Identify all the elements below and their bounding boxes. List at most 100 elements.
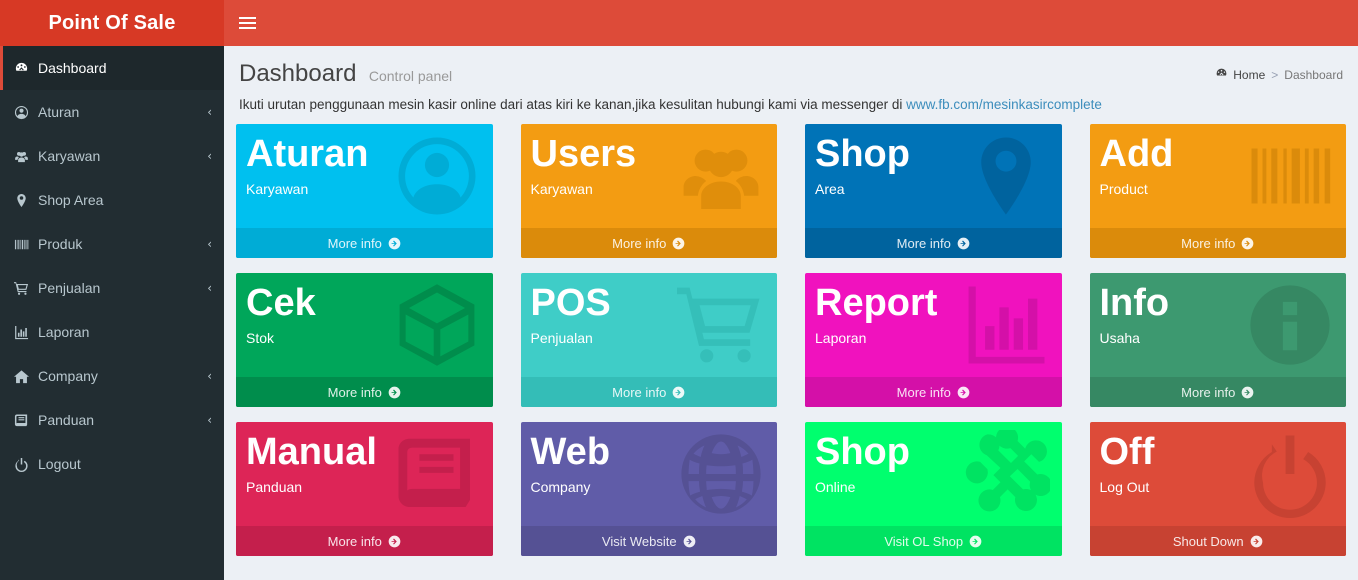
- card-subtitle: Stok: [246, 329, 483, 347]
- chevron-left-icon: ‹: [207, 150, 212, 162]
- card-info-usaha[interactable]: Info Usaha More info: [1090, 273, 1347, 407]
- arrow-circle-right-icon: [388, 237, 401, 250]
- sidebar-item-produk[interactable]: Produk‹: [0, 222, 224, 266]
- sidebar-item-label: Karyawan: [38, 148, 207, 164]
- card-footer-label: Shout Down: [1173, 534, 1244, 549]
- book-icon: [14, 413, 38, 428]
- card-subtitle: Panduan: [246, 478, 483, 496]
- hamburger-icon[interactable]: [224, 0, 270, 46]
- arrow-circle-right-icon: [1241, 237, 1254, 250]
- card-shop-online[interactable]: ShopOnlineVisit OL Shop: [805, 422, 1062, 556]
- chevron-left-icon: ‹: [207, 282, 212, 294]
- card-pos-penjualan[interactable]: POSPenjualanMore info: [521, 273, 778, 407]
- app-logo[interactable]: Point Of Sale: [0, 0, 224, 46]
- card-subtitle: Usaha: [1100, 329, 1337, 347]
- card-web-company[interactable]: Web Company Visit Website: [521, 422, 778, 556]
- sidebar: DashboardAturan‹Karyawan‹Shop AreaProduk…: [0, 46, 224, 580]
- breadcrumb-home[interactable]: Home: [1215, 67, 1265, 83]
- top-bar: Point Of Sale: [0, 0, 1358, 46]
- card-subtitle: Laporan: [815, 329, 1052, 347]
- content-area: Dashboard Control panel Home > Dashboard…: [224, 46, 1358, 580]
- card-title: Manual: [246, 430, 483, 474]
- dashboard-icon: [1215, 67, 1228, 83]
- card-title: Add: [1100, 132, 1337, 176]
- sidebar-item-company[interactable]: Company‹: [0, 354, 224, 398]
- sidebar-item-laporan[interactable]: Laporan: [0, 310, 224, 354]
- sidebar-item-penjualan[interactable]: Penjualan‹: [0, 266, 224, 310]
- page-subtitle: Control panel: [369, 68, 452, 84]
- users-icon: [14, 149, 38, 164]
- barcode-icon: [14, 237, 38, 252]
- card-title: Report: [815, 281, 1052, 325]
- card-footer-link[interactable]: More info: [236, 228, 493, 258]
- card-footer-link[interactable]: More info: [1090, 377, 1347, 407]
- card-body: ShopArea: [805, 124, 1062, 228]
- chevron-left-icon: ‹: [207, 414, 212, 426]
- arrow-circle-right-icon: [1241, 386, 1254, 399]
- sidebar-item-shop-area[interactable]: Shop Area: [0, 178, 224, 222]
- card-add-product[interactable]: Add Product More info: [1090, 124, 1347, 258]
- sidebar-item-aturan[interactable]: Aturan‹: [0, 90, 224, 134]
- card-footer-link[interactable]: Visit OL Shop: [805, 526, 1062, 556]
- chevron-left-icon: ‹: [207, 370, 212, 382]
- arrow-circle-right-icon: [683, 535, 696, 548]
- card-subtitle: Karyawan: [531, 180, 768, 198]
- arrow-circle-right-icon: [388, 535, 401, 548]
- card-subtitle: Company: [531, 478, 768, 496]
- navbar: [224, 0, 1358, 46]
- card-footer-link[interactable]: Visit Website: [521, 526, 778, 556]
- card-footer-label: More info: [897, 236, 951, 251]
- card-footer-label: More info: [612, 385, 666, 400]
- sidebar-item-logout[interactable]: Logout: [0, 442, 224, 486]
- power-icon: [14, 457, 38, 472]
- card-subtitle: Area: [815, 180, 1052, 198]
- card-footer-link[interactable]: More info: [805, 377, 1062, 407]
- chevron-left-icon: ‹: [207, 238, 212, 250]
- card-aturan-karyawan[interactable]: AturanKaryawanMore info: [236, 124, 493, 258]
- card-users-karyawan[interactable]: Users Karyawan More info: [521, 124, 778, 258]
- card-footer-link[interactable]: More info: [805, 228, 1062, 258]
- card-footer-label: More info: [328, 534, 382, 549]
- card-grid: AturanKaryawanMore infoUsersKaryawanMore…: [224, 114, 1358, 556]
- arrow-circle-right-icon: [957, 386, 970, 399]
- card-body: Add Product: [1090, 124, 1347, 228]
- card-manual-panduan[interactable]: Manual Panduan More info: [236, 422, 493, 556]
- card-footer-link[interactable]: More info: [236, 526, 493, 556]
- card-footer-link[interactable]: More info: [521, 228, 778, 258]
- card-footer-label: Visit OL Shop: [884, 534, 963, 549]
- card-footer-label: Visit Website: [602, 534, 677, 549]
- sidebar-item-label: Shop Area: [38, 192, 212, 208]
- app-title: Point Of Sale: [48, 12, 175, 35]
- card-footer-link[interactable]: More info: [521, 377, 778, 407]
- card-body: OffLog Out: [1090, 422, 1347, 526]
- sidebar-item-dashboard[interactable]: Dashboard: [0, 46, 224, 90]
- card-body: Info Usaha: [1090, 273, 1347, 377]
- card-body: AturanKaryawan: [236, 124, 493, 228]
- card-footer-link[interactable]: Shout Down: [1090, 526, 1347, 556]
- card-title: Web: [531, 430, 768, 474]
- sidebar-item-label: Company: [38, 368, 207, 384]
- card-footer-link[interactable]: More info: [1090, 228, 1347, 258]
- facebook-link[interactable]: www.fb.com/mesinkasircomplete: [906, 97, 1102, 112]
- card-footer-link[interactable]: More info: [236, 377, 493, 407]
- card-title: Aturan: [246, 132, 483, 176]
- card-report-laporan[interactable]: Report Laporan More info: [805, 273, 1062, 407]
- sidebar-item-karyawan[interactable]: Karyawan‹: [0, 134, 224, 178]
- breadcrumb: Home > Dashboard: [1215, 67, 1343, 83]
- card-off-log-out[interactable]: OffLog Out Shout Down: [1090, 422, 1347, 556]
- card-shop-area[interactable]: ShopArea More info: [805, 124, 1062, 258]
- card-title: Users: [531, 132, 768, 176]
- card-subtitle: Product: [1100, 180, 1337, 198]
- breadcrumb-home-label: Home: [1233, 68, 1265, 82]
- bar-chart-icon: [14, 325, 38, 340]
- sidebar-item-label: Dashboard: [38, 60, 212, 76]
- card-title: Info: [1100, 281, 1337, 325]
- sidebar-item-label: Panduan: [38, 412, 207, 428]
- arrow-circle-right-icon: [957, 237, 970, 250]
- card-cek-stok[interactable]: CekStokMore info: [236, 273, 493, 407]
- intro-text-body: Ikuti urutan penggunaan mesin kasir onli…: [239, 97, 906, 112]
- sidebar-item-panduan[interactable]: Panduan‹: [0, 398, 224, 442]
- arrow-circle-right-icon: [969, 535, 982, 548]
- sidebar-item-label: Aturan: [38, 104, 207, 120]
- card-footer-label: More info: [612, 236, 666, 251]
